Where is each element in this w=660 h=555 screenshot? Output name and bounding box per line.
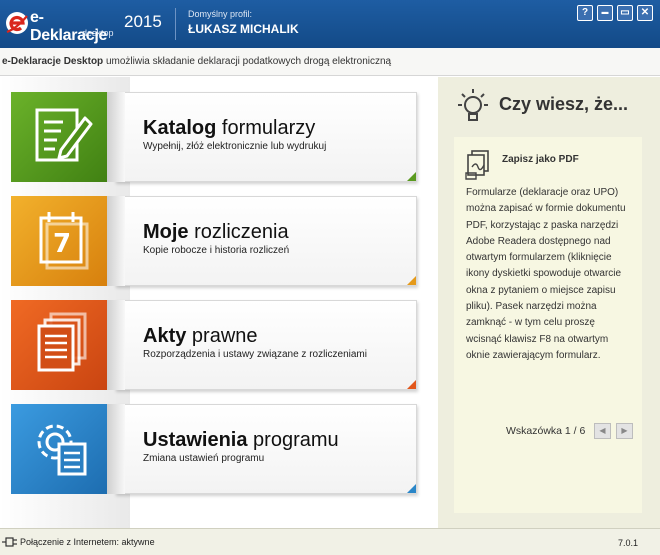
- pdf-save-icon: [465, 150, 489, 180]
- title-bar: e-Deklaracje desktop 2015 Domyślny profi…: [0, 0, 660, 48]
- tile-icon-box: [11, 404, 115, 494]
- minimize-button[interactable]: ▬: [597, 5, 613, 21]
- tile-card[interactable]: Katalog formularzy Wypełnij, złóż elektr…: [115, 92, 417, 182]
- tile-flap: [107, 404, 125, 494]
- form-edit-icon: [35, 108, 93, 162]
- title-divider: [175, 8, 176, 40]
- lightbulb-icon: [458, 89, 488, 121]
- tile-description: Kopie robocze i historia rozliczeń: [143, 245, 290, 256]
- app-brand-sub: desktop: [82, 28, 114, 38]
- profile-label: Domyślny profil:: [188, 9, 253, 19]
- tile-description: Zmiana ustawień programu: [143, 453, 265, 464]
- close-button[interactable]: ✕: [637, 5, 653, 21]
- tip-title: Zapisz jako PDF: [502, 154, 579, 165]
- app-description-name: e-Deklaracje Desktop: [2, 56, 104, 67]
- tile-flap: [107, 92, 125, 182]
- tile-title: Katalog formularzy: [143, 117, 315, 140]
- tile-title-rest: programu: [247, 429, 339, 451]
- tile-akty-prawne[interactable]: Akty prawne Rozporządzenia i ustawy zwią…: [11, 300, 417, 390]
- app-description-text: umożliwia składanie deklaracji podatkowy…: [103, 56, 392, 67]
- tile-title-rest: prawne: [186, 325, 258, 347]
- app-description-bar: e-Deklaracje Desktop umożliwia składanie…: [0, 48, 660, 76]
- tile-description: Wypełnij, złóż elektronicznie lub wydruk…: [143, 141, 327, 152]
- tile-title-bold: Akty: [143, 325, 187, 347]
- tile-description: Rozporządzenia i ustawy związane z rozli…: [143, 349, 367, 360]
- tile-flap: [107, 300, 125, 390]
- tile-katalog-formularzy[interactable]: Katalog formularzy Wypełnij, złóż elektr…: [11, 92, 417, 182]
- help-button[interactable]: ?: [577, 5, 593, 21]
- tile-icon-box: [11, 92, 115, 182]
- app-brand: e-Deklaracje: [30, 9, 108, 44]
- tile-ustawienia-programu[interactable]: Ustawienia programu Zmiana ustawień prog…: [11, 404, 417, 494]
- connection-plug-icon: [2, 537, 17, 547]
- app-version: 7.0.1: [617, 538, 638, 548]
- corner-marker: [407, 172, 416, 181]
- tile-title-rest: formularzy: [216, 117, 316, 139]
- tile-card[interactable]: Moje rozliczenia Kopie robocze i histori…: [115, 196, 417, 286]
- tile-card[interactable]: Ustawienia programu Zmiana ustawień prog…: [115, 404, 417, 494]
- app-year: 2015: [124, 12, 162, 31]
- tips-heading: Czy wiesz, że...: [499, 94, 629, 114]
- prev-tip-button[interactable]: ◀: [594, 423, 611, 439]
- corner-marker: [407, 484, 416, 493]
- tip-counter: Wskazówka 1 / 6: [506, 425, 586, 437]
- tile-title-bold: Ustawienia: [143, 429, 248, 451]
- tile-flap: [107, 196, 125, 286]
- tip-text: Formularze (deklaracje oraz UPO) można z…: [466, 187, 626, 361]
- maximize-button[interactable]: ▭: [617, 5, 633, 21]
- tile-title-bold: Katalog: [143, 117, 217, 139]
- connection-status: Połączenie z Internetem: aktywne: [20, 537, 155, 547]
- tile-title: Moje rozliczenia: [143, 221, 289, 244]
- corner-marker: [407, 380, 416, 389]
- tips-panel: Czy wiesz, że... Zapisz jako PDF Formula…: [438, 77, 660, 528]
- tile-icon-box: [11, 300, 115, 390]
- app-logo: e-Deklaracje desktop: [4, 6, 116, 44]
- profile-name[interactable]: ŁUKASZ MICHALIK: [188, 22, 299, 36]
- status-bar: Połączenie z Internetem: aktywne 7.0.1: [0, 528, 660, 555]
- tile-title-rest: rozliczenia: [188, 221, 289, 243]
- tile-title: Akty prawne: [143, 325, 258, 348]
- tile-card[interactable]: Akty prawne Rozporządzenia i ustawy zwią…: [115, 300, 417, 390]
- tile-icon-box: 7: [11, 196, 115, 286]
- calendar-icon: 7: [39, 212, 89, 270]
- main-menu: Katalog formularzy Wypełnij, złóż elektr…: [0, 77, 438, 528]
- calendar-day: 7: [53, 229, 71, 259]
- tip-card: Zapisz jako PDF Formularze (deklaracje o…: [454, 137, 642, 513]
- tile-title-bold: Moje: [143, 221, 189, 243]
- tile-title: Ustawienia programu: [143, 429, 339, 452]
- e-logo-icon: [6, 12, 28, 34]
- settings-gear-icon: [37, 424, 87, 476]
- next-tip-button[interactable]: ▶: [616, 423, 633, 439]
- documents-icon: [37, 312, 87, 372]
- tile-moje-rozliczenia[interactable]: 7 Moje rozliczenia Kopie robocze i histo…: [11, 196, 417, 286]
- corner-marker: [407, 276, 416, 285]
